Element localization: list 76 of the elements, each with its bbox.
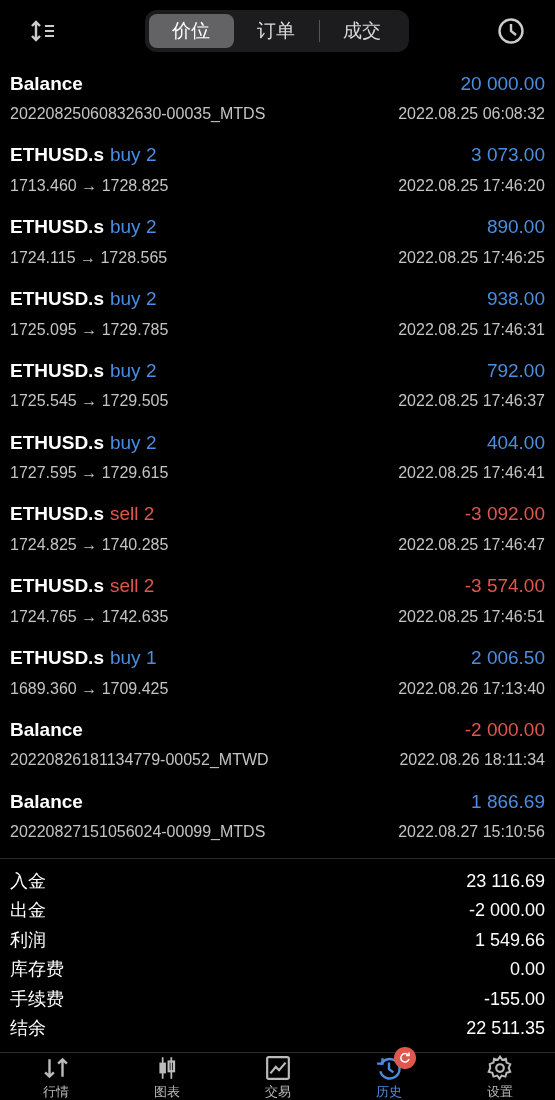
profit-amount: 792.00	[486, 358, 545, 383]
segment-tab[interactable]: 订单	[233, 14, 319, 48]
order-type: buy 2	[109, 430, 157, 455]
settings-icon	[486, 1054, 513, 1081]
order-type: buy 2	[109, 358, 157, 383]
profit-amount: -2 000.00	[464, 717, 545, 742]
order-type: sell 2	[109, 574, 155, 599]
price-range: 1727.595 → 1729.615	[10, 463, 169, 484]
symbol-label: ETHUSD.s	[10, 502, 104, 527]
order-type: buy 1	[109, 646, 157, 670]
price-range: 1713.460 → 1728.825	[10, 175, 169, 196]
price-range: 1725.545 → 1729.505	[10, 391, 169, 412]
profit-amount: 2 006.50	[471, 646, 545, 670]
summary-value: 23 116.69	[466, 869, 545, 893]
symbol-label: ETHUSD.s	[10, 215, 104, 240]
balance-label: Balance	[10, 71, 83, 96]
balance-label: Balance	[10, 789, 83, 814]
summary-label: 入金	[10, 869, 46, 893]
deal-time: 2022.08.25 17:46:41	[398, 463, 545, 484]
segment-tab[interactable]: 价位	[148, 14, 234, 48]
deal-time: 2022.08.25 17:46:47	[398, 534, 545, 555]
line-chart-icon	[264, 1054, 291, 1081]
deal-time: 2022.08.26 18:11:34	[399, 750, 545, 771]
deal-time: 2022.08.25 17:46:31	[398, 319, 545, 340]
deal-time: 2022.08.27 15:10:56	[398, 822, 545, 843]
profit-amount: -3 092.00	[464, 502, 545, 527]
symbol-label: ETHUSD.s	[10, 143, 104, 168]
profit-amount: -3 574.00	[464, 574, 545, 599]
deal-time: 2022.08.25 17:46:25	[398, 247, 545, 268]
order-type: buy 2	[109, 143, 157, 168]
nav-tab[interactable]: 图表	[111, 1052, 222, 1100]
nav-tab[interactable]: 设置	[444, 1052, 555, 1100]
profit-amount: 20 000.00	[460, 71, 545, 96]
nav-tab[interactable]: 行情	[0, 1052, 111, 1100]
profit-amount: 938.00	[486, 287, 545, 312]
nav-tab[interactable]: 历史	[333, 1052, 444, 1100]
summary-label: 结余	[10, 1017, 46, 1041]
deal-time: 2022.08.25 17:46:20	[398, 175, 545, 196]
order-type: buy 2	[109, 215, 157, 240]
profit-amount: 1 866.69	[471, 789, 545, 814]
price-range: 1724.115 → 1728.565	[10, 247, 168, 268]
summary-label: 手续费	[10, 987, 64, 1011]
profit-amount: 890.00	[486, 215, 545, 240]
summary-value: 1 549.66	[474, 928, 545, 952]
deal-time: 2022.08.25 06:08:32	[398, 104, 545, 125]
summary-value: 0.00	[509, 958, 545, 982]
order-type: sell 2	[109, 502, 155, 527]
deal-time: 2022.08.25 17:46:51	[398, 606, 545, 627]
deal-time: 2022.08.25 17:46:37	[398, 391, 545, 412]
price-range: 1689.360 → 1709.425	[10, 678, 169, 699]
segment-tab[interactable]: 成交	[319, 14, 405, 48]
clock-icon[interactable]	[497, 17, 525, 45]
price-range: 1724.825 → 1740.285	[10, 534, 169, 555]
sort-icon[interactable]	[30, 20, 56, 42]
price-range: 1724.765 → 1742.635	[10, 606, 169, 627]
deal-id: 20220826181134779-00052_MTWD	[10, 750, 269, 771]
deal-time: 2022.08.26 17:13:40	[398, 678, 545, 699]
order-type: buy 2	[109, 287, 157, 312]
price-range: 1725.095 → 1729.785	[10, 319, 169, 340]
symbol-label: ETHUSD.s	[10, 358, 104, 383]
symbol-label: ETHUSD.s	[10, 287, 104, 312]
profit-amount: 3 073.00	[471, 143, 545, 168]
symbol-label: ETHUSD.s	[10, 646, 104, 670]
deal-id: 20220827151056024-00099_MTDS	[10, 822, 266, 843]
symbol-label: ETHUSD.s	[10, 430, 104, 455]
summary-value: -155.00	[483, 987, 545, 1011]
profit-amount: 404.00	[486, 430, 545, 455]
symbol-label: ETHUSD.s	[10, 574, 104, 599]
nav-tab[interactable]: 交易	[222, 1052, 333, 1100]
summary-label: 库存费	[10, 958, 64, 982]
summary-label: 利润	[10, 928, 46, 952]
summary-value: -2 000.00	[468, 899, 545, 923]
deal-id: 20220825060832630-00035_MTDS	[10, 104, 266, 125]
balance-label: Balance	[10, 717, 83, 742]
summary-label: 出金	[10, 899, 46, 923]
summary-value: 22 511.35	[466, 1017, 545, 1041]
